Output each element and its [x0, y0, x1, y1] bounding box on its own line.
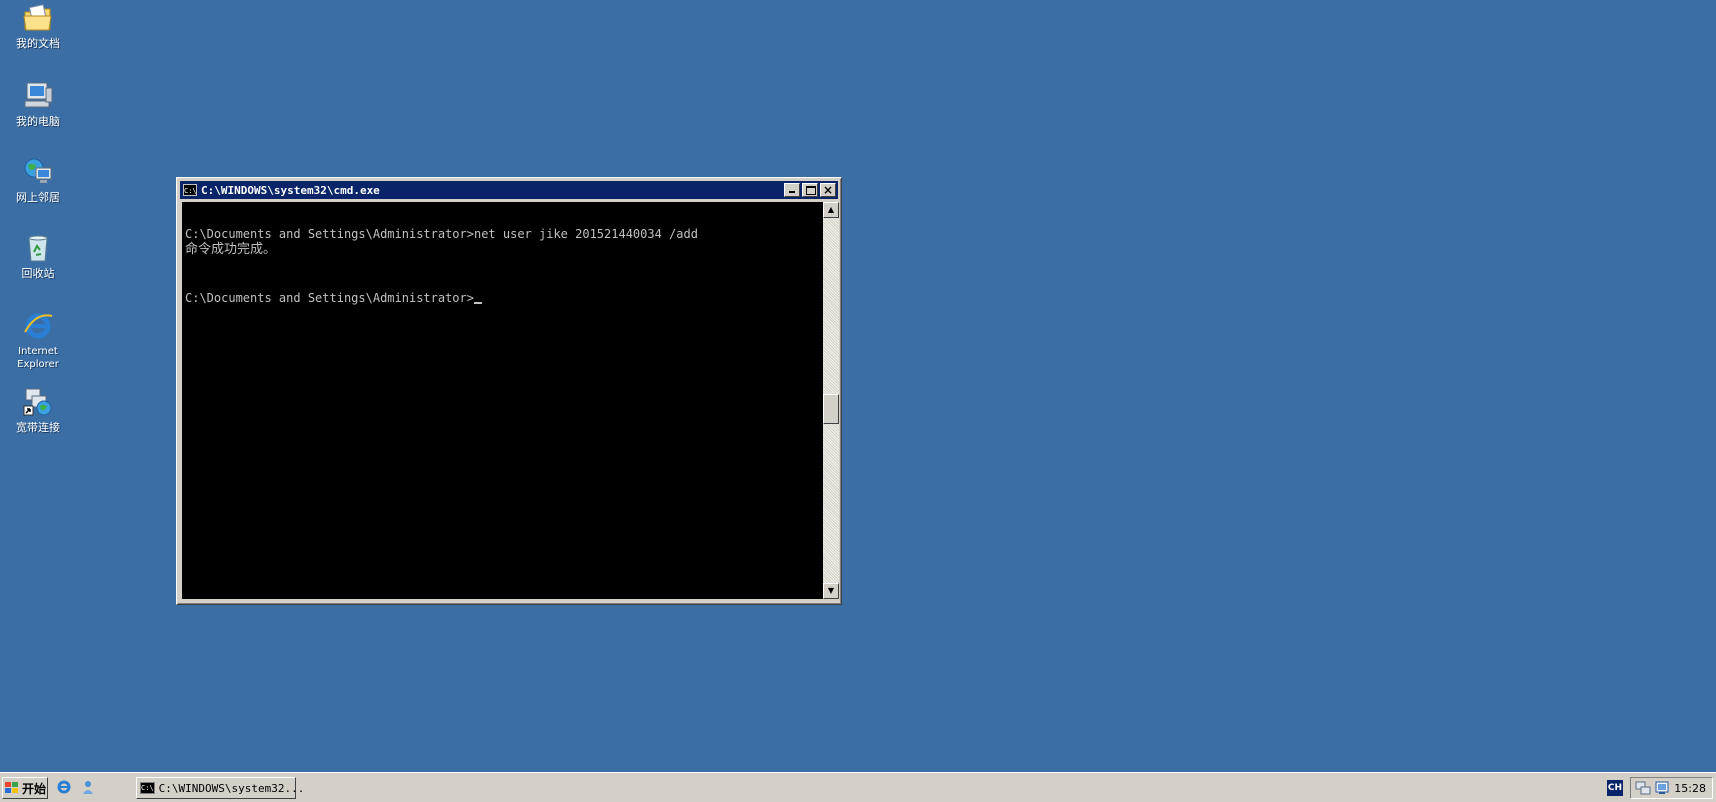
console-prompt: C:\Documents and Settings\Administrator>	[185, 291, 474, 305]
quicklaunch-users[interactable]	[80, 779, 96, 795]
console-line: 命令成功完成。	[185, 242, 277, 257]
desktop-icon-label: 宽带连接	[16, 421, 60, 434]
console-output[interactable]: C:\Documents and Settings\Administrator>…	[182, 202, 823, 599]
cmd-window[interactable]: C:\ C:\WINDOWS\system32\cmd.exe × C:\Doc…	[176, 177, 842, 605]
window-title: C:\WINDOWS\system32\cmd.exe	[201, 183, 380, 197]
system-tray: 15:28	[1630, 777, 1713, 799]
network-places-icon	[22, 156, 54, 188]
desktop-icon-label: 我的电脑	[16, 115, 60, 128]
console-line: C:\Documents and Settings\Administrator>…	[185, 227, 698, 241]
taskbar-button-cmd[interactable]: C:\ C:\WINDOWS\system32...	[136, 777, 304, 799]
internet-explorer-icon	[22, 310, 54, 342]
desktop-icon-my-computer[interactable]: 我的电脑	[6, 80, 70, 128]
text-cursor	[473, 302, 482, 304]
scroll-up-button[interactable]: ▲	[823, 202, 839, 218]
desktop-icon-label: 回收站	[21, 267, 55, 280]
maximize-button[interactable]	[802, 183, 818, 197]
cmd-app-icon[interactable]: C:\	[183, 184, 197, 196]
desktop-icon-label: 网上邻居	[16, 191, 60, 204]
arrow-down-icon: ▼	[827, 586, 835, 595]
taskbar-button-label: C:\WINDOWS\system32...	[158, 781, 305, 795]
quicklaunch-ie[interactable]	[56, 779, 72, 795]
minimize-button[interactable]	[784, 183, 800, 197]
clock[interactable]: 15:28	[1674, 782, 1706, 795]
recycle-bin-icon	[22, 232, 54, 264]
desktop-icon-label-line2: Explorer	[17, 359, 59, 370]
network-connection-icon[interactable]	[1654, 780, 1670, 796]
scrollbar-thumb[interactable]	[823, 394, 839, 424]
network-status-icon[interactable]	[1635, 780, 1651, 796]
desktop-icon-recycle-bin[interactable]: 回收站	[6, 232, 70, 280]
computer-icon	[22, 80, 54, 112]
desktop-icon-label-line1: Internet	[18, 346, 58, 357]
windows-logo-icon	[5, 782, 19, 794]
arrow-up-icon: ▲	[827, 205, 835, 214]
desktop-icon-broadband-connection[interactable]: 宽带连接	[6, 386, 70, 434]
start-button[interactable]: 开始	[2, 777, 48, 799]
desktop-icon-network-places[interactable]: 网上邻居	[6, 156, 70, 204]
desktop-icon-my-documents[interactable]: 我的文档	[6, 2, 70, 50]
internet-explorer-icon	[57, 780, 71, 794]
broadband-connection-icon	[22, 386, 54, 418]
taskbar: 开始 C:\ C:\WINDOWS\system32... CH 15:28	[0, 772, 1716, 802]
window-controls: ×	[782, 183, 836, 197]
close-button[interactable]: ×	[820, 183, 836, 197]
user-icon	[83, 781, 93, 794]
ime-indicator[interactable]: CH	[1607, 780, 1623, 796]
scroll-down-button[interactable]: ▼	[823, 583, 839, 599]
desktop-icon-label: 我的文档	[16, 37, 60, 50]
close-icon: ×	[822, 183, 834, 197]
desktop-icon-internet-explorer[interactable]: Internet Explorer	[6, 310, 70, 371]
vertical-scrollbar[interactable]: ▲ ▼	[823, 202, 839, 599]
folder-documents-icon	[22, 2, 54, 34]
console-prompt-line: C:\Documents and Settings\Administrator>	[185, 290, 823, 306]
window-titlebar[interactable]: C:\ C:\WINDOWS\system32\cmd.exe ×	[180, 181, 838, 199]
cmd-app-icon: C:\	[140, 782, 155, 794]
start-label: 开始	[22, 781, 47, 796]
